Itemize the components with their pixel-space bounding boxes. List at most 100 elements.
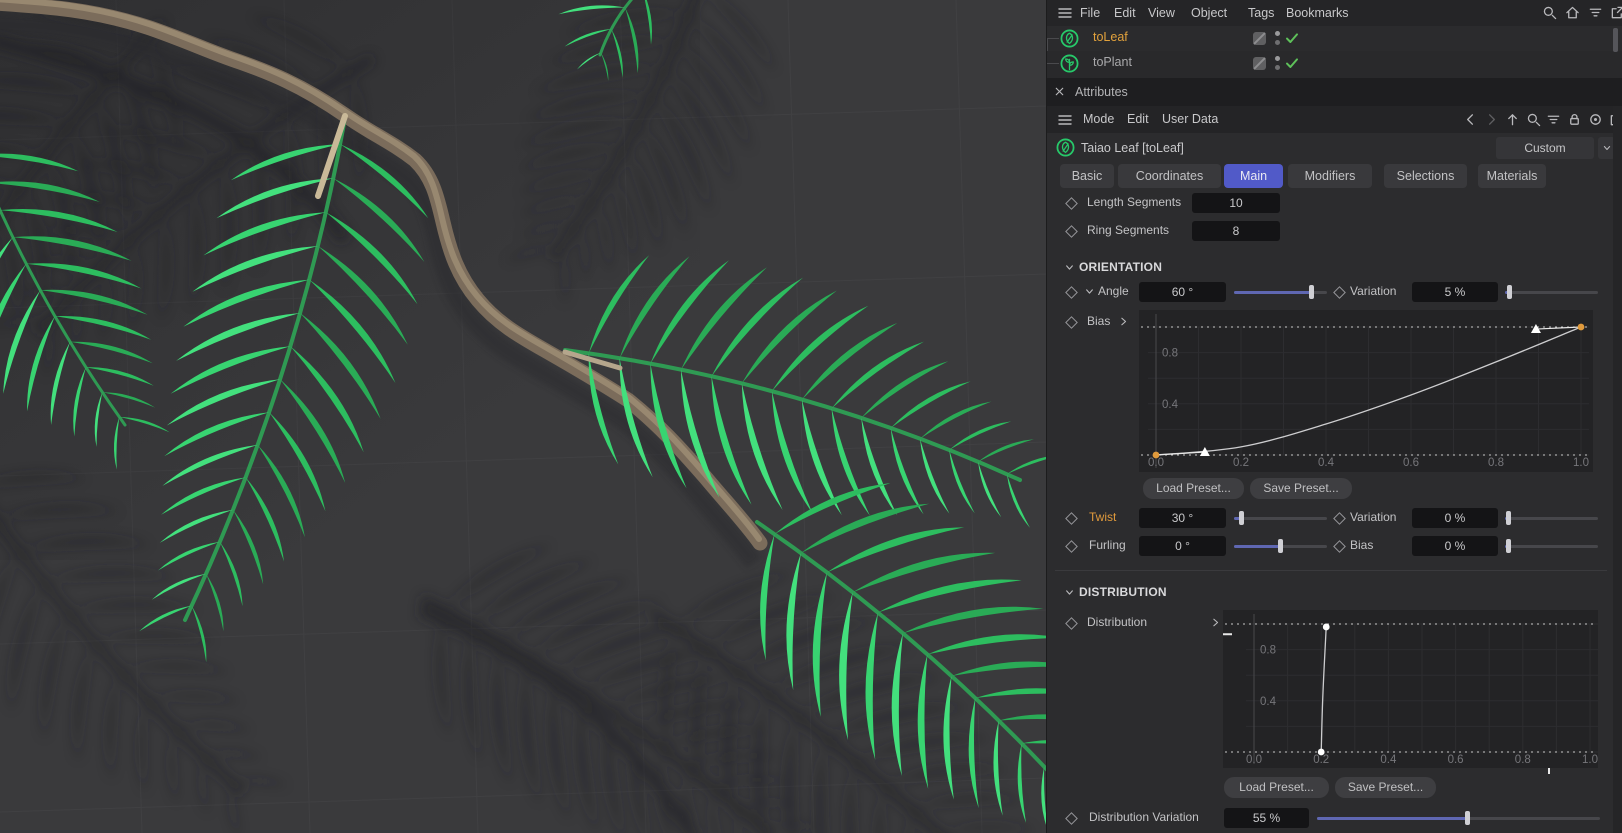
attr-scroll-gutter[interactable] (1613, 106, 1622, 833)
render-visibility-dot-icon[interactable] (1275, 40, 1280, 45)
forward-icon[interactable] (1484, 112, 1500, 128)
x-tick-label: 0.0 (1246, 754, 1262, 766)
slider-handle[interactable] (1277, 539, 1283, 553)
slider-track[interactable] (1505, 291, 1598, 294)
check-icon[interactable] (1284, 55, 1300, 71)
slider-track[interactable] (1234, 517, 1327, 520)
up-icon[interactable] (1505, 112, 1521, 128)
layer-chip-icon[interactable] (1253, 57, 1266, 70)
save-preset-button[interactable]: Save Preset... (1335, 777, 1436, 798)
object-manager-panel: File Edit View Object Tags Bookmarks toLeaf to… (1046, 0, 1622, 78)
om-menu-file[interactable]: File (1080, 0, 1100, 26)
lock-icon[interactable] (1567, 112, 1583, 128)
om-menu-bookmarks[interactable]: Bookmarks (1286, 0, 1349, 26)
twist-slider[interactable] (1234, 508, 1327, 528)
layer-chip-icon[interactable] (1253, 32, 1266, 45)
leaf-object-icon[interactable] (1060, 29, 1079, 48)
hamburger-icon[interactable] (1057, 112, 1073, 128)
tab-materials[interactable]: Materials (1478, 164, 1546, 188)
keyframe-diamond-icon[interactable] (1065, 286, 1078, 299)
slider-handle[interactable] (1309, 285, 1315, 299)
close-icon[interactable] (1053, 85, 1069, 101)
home-icon[interactable] (1565, 5, 1581, 21)
preset-dropdown[interactable]: Custom (1496, 137, 1594, 159)
slider-handle[interactable] (1239, 511, 1245, 525)
editor-visibility-dot-icon[interactable] (1275, 31, 1280, 36)
hamburger-icon[interactable] (1057, 5, 1073, 21)
value-input[interactable]: 55 % (1224, 808, 1309, 828)
angle-variation-slider[interactable] (1505, 282, 1598, 302)
x-tick-label: 0.4 (1318, 457, 1335, 469)
target-icon[interactable] (1588, 112, 1604, 128)
value-input[interactable]: 0 ° (1139, 536, 1226, 556)
popout-icon[interactable] (1610, 5, 1622, 21)
twist-variation-slider[interactable] (1505, 508, 1598, 528)
tab-main[interactable]: Main (1224, 164, 1283, 188)
filter-icon[interactable] (1588, 5, 1604, 21)
distribution-spline-editor[interactable]: 0.0 0.2 0.4 0.6 0.8 1.0 0.8 0.4 (1223, 610, 1598, 768)
angle-expand-icon[interactable] (1083, 285, 1099, 301)
keyframe-diamond-icon[interactable] (1065, 540, 1078, 553)
keyframe-diamond-icon[interactable] (1065, 617, 1078, 630)
keyframe-diamond-icon[interactable] (1065, 197, 1078, 210)
om-menu-object[interactable]: Object (1191, 0, 1227, 26)
object-title-row: Taiao Leaf [toLeaf] Custom (1047, 133, 1622, 163)
bias-expand-icon[interactable] (1117, 315, 1133, 331)
value-input[interactable]: 5 % (1412, 282, 1498, 302)
keyframe-diamond-icon[interactable] (1333, 512, 1346, 525)
tab-modifiers[interactable]: Modifiers (1288, 164, 1372, 188)
slider-handle[interactable] (1505, 539, 1511, 553)
attr-menu-mode[interactable]: Mode (1083, 106, 1114, 133)
object-row-toLeaf[interactable]: toLeaf (1047, 26, 1622, 64)
distribution-variation-slider[interactable] (1317, 808, 1600, 828)
search-icon[interactable] (1542, 5, 1558, 21)
check-icon[interactable] (1284, 30, 1300, 46)
value-input[interactable]: 0 % (1412, 536, 1498, 556)
render-visibility-dot-icon[interactable] (1275, 65, 1280, 70)
section-collapse-icon[interactable] (1063, 261, 1079, 277)
om-scrollbar-thumb[interactable] (1613, 28, 1618, 52)
bias-spline-editor[interactable]: 0.0 0.2 0.4 0.6 0.8 1.0 0.8 0.4 (1139, 310, 1593, 472)
value-input[interactable]: 60 ° (1139, 282, 1226, 302)
filter-icon[interactable] (1546, 112, 1562, 128)
object-row-toPlant[interactable]: toPlant (1047, 51, 1622, 76)
object-name[interactable]: toPlant (1093, 55, 1132, 69)
load-preset-button[interactable]: Load Preset... (1143, 478, 1244, 499)
slider-handle[interactable] (1464, 811, 1470, 825)
value-input[interactable]: 10 (1192, 193, 1280, 213)
save-preset-button[interactable]: Save Preset... (1250, 478, 1352, 499)
section-divider (1055, 570, 1607, 571)
tab-selections[interactable]: Selections (1384, 164, 1467, 188)
back-icon[interactable] (1463, 112, 1479, 128)
value-input[interactable]: 8 (1192, 221, 1280, 241)
editor-visibility-dot-icon[interactable] (1275, 56, 1280, 61)
value-input[interactable]: 0 % (1412, 508, 1498, 528)
viewport-3d[interactable] (0, 0, 1047, 833)
keyframe-diamond-icon[interactable] (1065, 316, 1078, 329)
furling-bias-slider[interactable] (1505, 536, 1598, 556)
search-icon[interactable] (1526, 112, 1542, 128)
section-collapse-icon[interactable] (1063, 586, 1079, 602)
keyframe-diamond-icon[interactable] (1333, 286, 1346, 299)
keyframe-diamond-icon[interactable] (1065, 812, 1078, 825)
angle-slider[interactable] (1234, 282, 1327, 302)
slider-track[interactable] (1505, 517, 1598, 520)
value-input[interactable]: 30 ° (1139, 508, 1226, 528)
keyframe-diamond-icon[interactable] (1065, 512, 1078, 525)
slider-handle[interactable] (1505, 511, 1511, 525)
plant-object-icon[interactable] (1060, 54, 1079, 73)
om-menu-view[interactable]: View (1148, 0, 1175, 26)
om-menu-tags[interactable]: Tags (1248, 0, 1274, 26)
object-name[interactable]: toLeaf (1093, 30, 1128, 44)
slider-track[interactable] (1505, 545, 1598, 548)
slider-handle[interactable] (1506, 285, 1512, 299)
attr-menu-edit[interactable]: Edit (1127, 106, 1149, 133)
tab-basic[interactable]: Basic (1060, 164, 1114, 188)
furling-slider[interactable] (1234, 536, 1327, 556)
tab-coordinates[interactable]: Coordinates (1118, 164, 1221, 188)
load-preset-button[interactable]: Load Preset... (1224, 777, 1329, 798)
keyframe-diamond-icon[interactable] (1333, 540, 1346, 553)
om-menu-edit[interactable]: Edit (1114, 0, 1136, 26)
keyframe-diamond-icon[interactable] (1065, 225, 1078, 238)
attr-menu-user-data[interactable]: User Data (1162, 106, 1218, 133)
